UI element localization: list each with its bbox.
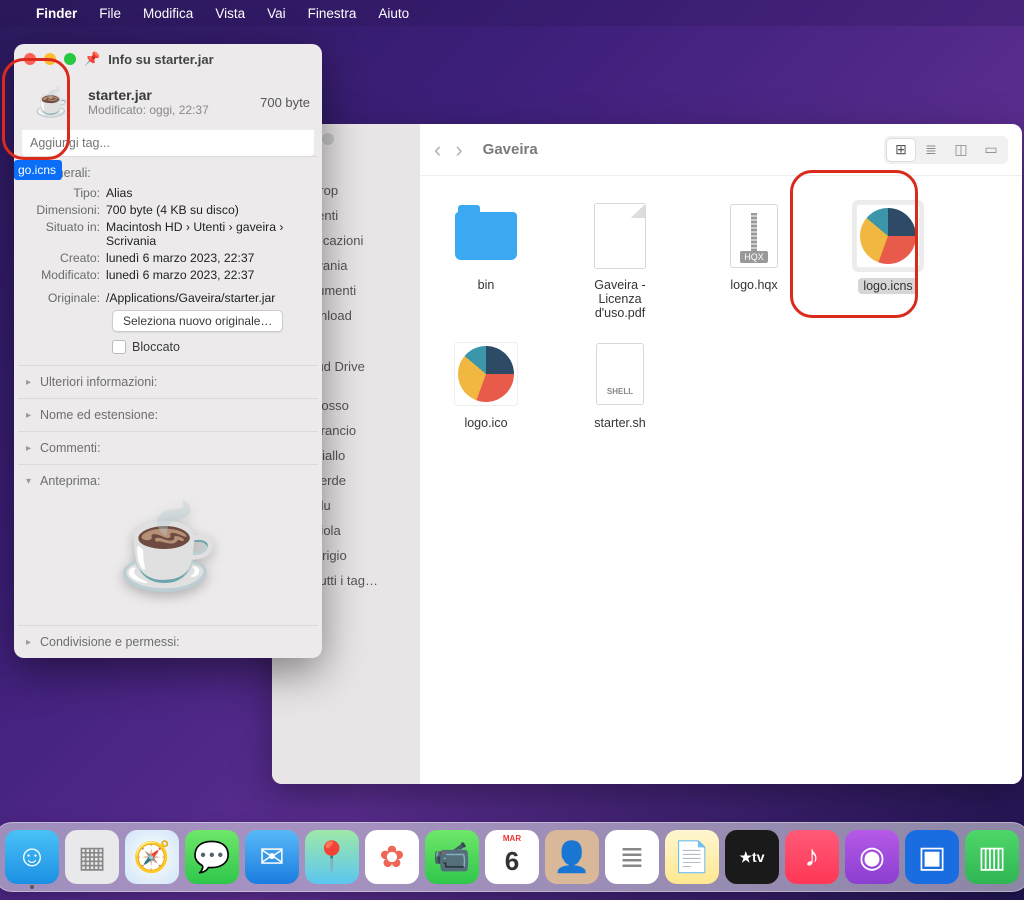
view-columns[interactable]: ◫ [947, 139, 975, 161]
file-grid: bin Gaveira - Licenza d'uso.pdf HQX logo… [420, 176, 1022, 454]
menu-edit[interactable]: Modifica [143, 6, 193, 21]
info-modified: lunedì 6 marzo 2023, 22:37 [106, 268, 310, 282]
info-size: 700 byte [260, 95, 310, 110]
dock-app-messages[interactable]: 💬 [185, 830, 239, 884]
dock-app-facetime[interactable]: 📹 [425, 830, 479, 884]
preview-icon: ☕ [117, 500, 219, 596]
dock-app-maps[interactable]: 📍 [305, 830, 359, 884]
minimize-button[interactable] [44, 53, 56, 65]
menu-file[interactable]: File [99, 6, 121, 21]
file-item-selected[interactable]: logo.icns [842, 200, 934, 320]
view-switcher: ⊞ ≣ ◫ ▭ [884, 136, 1008, 164]
file-item[interactable]: HQX logo.hqx [708, 200, 800, 320]
dock-app-launchpad[interactable]: ▦ [65, 830, 119, 884]
archive-icon: HQX [730, 204, 778, 268]
section-toggle-preview[interactable]: ▾Anteprima: [26, 470, 310, 492]
menu-go[interactable]: Vai [267, 6, 286, 21]
locked-row[interactable]: Bloccato [26, 338, 310, 360]
section-toggle-comments[interactable]: ▸Commenti: [26, 437, 310, 459]
folder-icon [455, 212, 517, 260]
info-titlebar: 📌 Info su starter.jar [14, 44, 322, 74]
info-kind: Alias [106, 186, 310, 200]
preview-area: ☕ [26, 492, 310, 620]
dock-app-numbers[interactable]: ▥ [965, 830, 1019, 884]
drag-label: go.icns [14, 160, 62, 180]
section-toggle-sharing[interactable]: ▸Condivisione e permessi: [26, 631, 310, 653]
finder-toolbar: ‹ › Gaveira ⊞ ≣ ◫ ▭ [420, 124, 1022, 176]
menu-bar: Finder File Modifica Vista Vai Finestra … [0, 0, 1024, 26]
file-label: logo.ico [440, 416, 532, 430]
file-label: logo.icns [858, 278, 917, 294]
dock-app-podcasts[interactable]: ◉ [845, 830, 899, 884]
menu-help[interactable]: Aiuto [378, 6, 409, 21]
app-menu[interactable]: Finder [36, 6, 77, 21]
icns-icon [860, 208, 916, 264]
file-thumb[interactable]: ☕ [24, 80, 80, 124]
file-label: starter.sh [574, 416, 666, 430]
info-size-detail: 700 byte (4 KB su disco) [106, 203, 310, 217]
finder-window: riti AirDrop Recenti Applicazioni Scriva… [272, 124, 1022, 784]
file-item[interactable]: SHELL starter.sh [574, 338, 666, 430]
menu-view[interactable]: Vista [215, 6, 245, 21]
tag-field[interactable] [22, 130, 314, 156]
dock-app-safari[interactable]: 🧭 [125, 830, 179, 884]
tag-input[interactable] [22, 130, 314, 156]
info-modified-short: Modificato: oggi, 22:37 [88, 103, 209, 117]
info-header: ☕ starter.jar Modificato: oggi, 22:37 70… [14, 74, 322, 126]
dock-app-notes[interactable]: 📄 [665, 830, 719, 884]
dock-app-contacts[interactable]: 👤 [545, 830, 599, 884]
locked-checkbox[interactable] [112, 340, 126, 354]
info-panel: 📌 Info su starter.jar ☕ starter.jar Modi… [14, 44, 322, 658]
view-gallery[interactable]: ▭ [977, 139, 1005, 161]
jar-icon: ☕ [35, 86, 70, 119]
locked-label: Bloccato [132, 340, 180, 354]
dock-app-photos[interactable]: ✿ [365, 830, 419, 884]
dock-app-finder[interactable]: ☺ [5, 830, 59, 884]
dock-app-mail[interactable]: ✉ [245, 830, 299, 884]
info-title: Info su starter.jar [108, 52, 213, 67]
info-created: lunedì 6 marzo 2023, 22:37 [106, 251, 310, 265]
location-title: Gaveira [483, 141, 538, 158]
close-button[interactable] [24, 53, 36, 65]
dock: ☺▦🧭💬✉📍✿📹MAR6👤≣📄★tv♪◉▣▥ [0, 822, 1024, 892]
dock-app-reminders[interactable]: ≣ [605, 830, 659, 884]
file-item[interactable]: Gaveira - Licenza d'uso.pdf [574, 200, 666, 320]
section-toggle-general[interactable]: ▾Generali: [26, 162, 310, 184]
file-label: Gaveira - Licenza d'uso.pdf [574, 278, 666, 320]
section-general: ▾Generali: Tipo:Alias Dimensioni:700 byt… [14, 157, 322, 365]
menu-window[interactable]: Finestra [308, 6, 357, 21]
zoom-button[interactable] [64, 53, 76, 65]
ico-icon [458, 346, 514, 402]
file-item[interactable]: bin [440, 200, 532, 320]
dock-app-keynote[interactable]: ▣ [905, 830, 959, 884]
dock-app-calendar[interactable]: MAR6 [485, 830, 539, 884]
section-toggle-name[interactable]: ▸Nome ed estensione: [26, 404, 310, 426]
shell-icon: SHELL [596, 343, 644, 405]
view-icons[interactable]: ⊞ [887, 139, 915, 161]
forward-button[interactable]: › [455, 137, 462, 163]
info-original: /Applications/Gaveira/starter.jar [106, 291, 310, 305]
section-toggle-more[interactable]: ▸Ulteriori informazioni: [26, 371, 310, 393]
finder-main: ‹ › Gaveira ⊞ ≣ ◫ ▭ bin Gaveira - Licenz… [420, 124, 1022, 784]
info-file-name: starter.jar [88, 87, 209, 103]
dock-app-music[interactable]: ♪ [785, 830, 839, 884]
zoom-button[interactable] [322, 133, 334, 145]
dock-app-tv[interactable]: ★tv [725, 830, 779, 884]
select-original-button[interactable]: Seleziona nuovo originale… [112, 310, 283, 332]
back-button[interactable]: ‹ [434, 137, 441, 163]
file-label: bin [440, 278, 532, 292]
pdf-icon [594, 203, 646, 269]
pin-icon: 📌 [84, 51, 100, 67]
file-label: logo.hqx [708, 278, 800, 292]
view-list[interactable]: ≣ [917, 139, 945, 161]
info-where: Macintosh HD › Utenti › gaveira › Scriva… [106, 220, 310, 248]
window-controls [24, 53, 76, 65]
file-item[interactable]: logo.ico [440, 338, 532, 430]
